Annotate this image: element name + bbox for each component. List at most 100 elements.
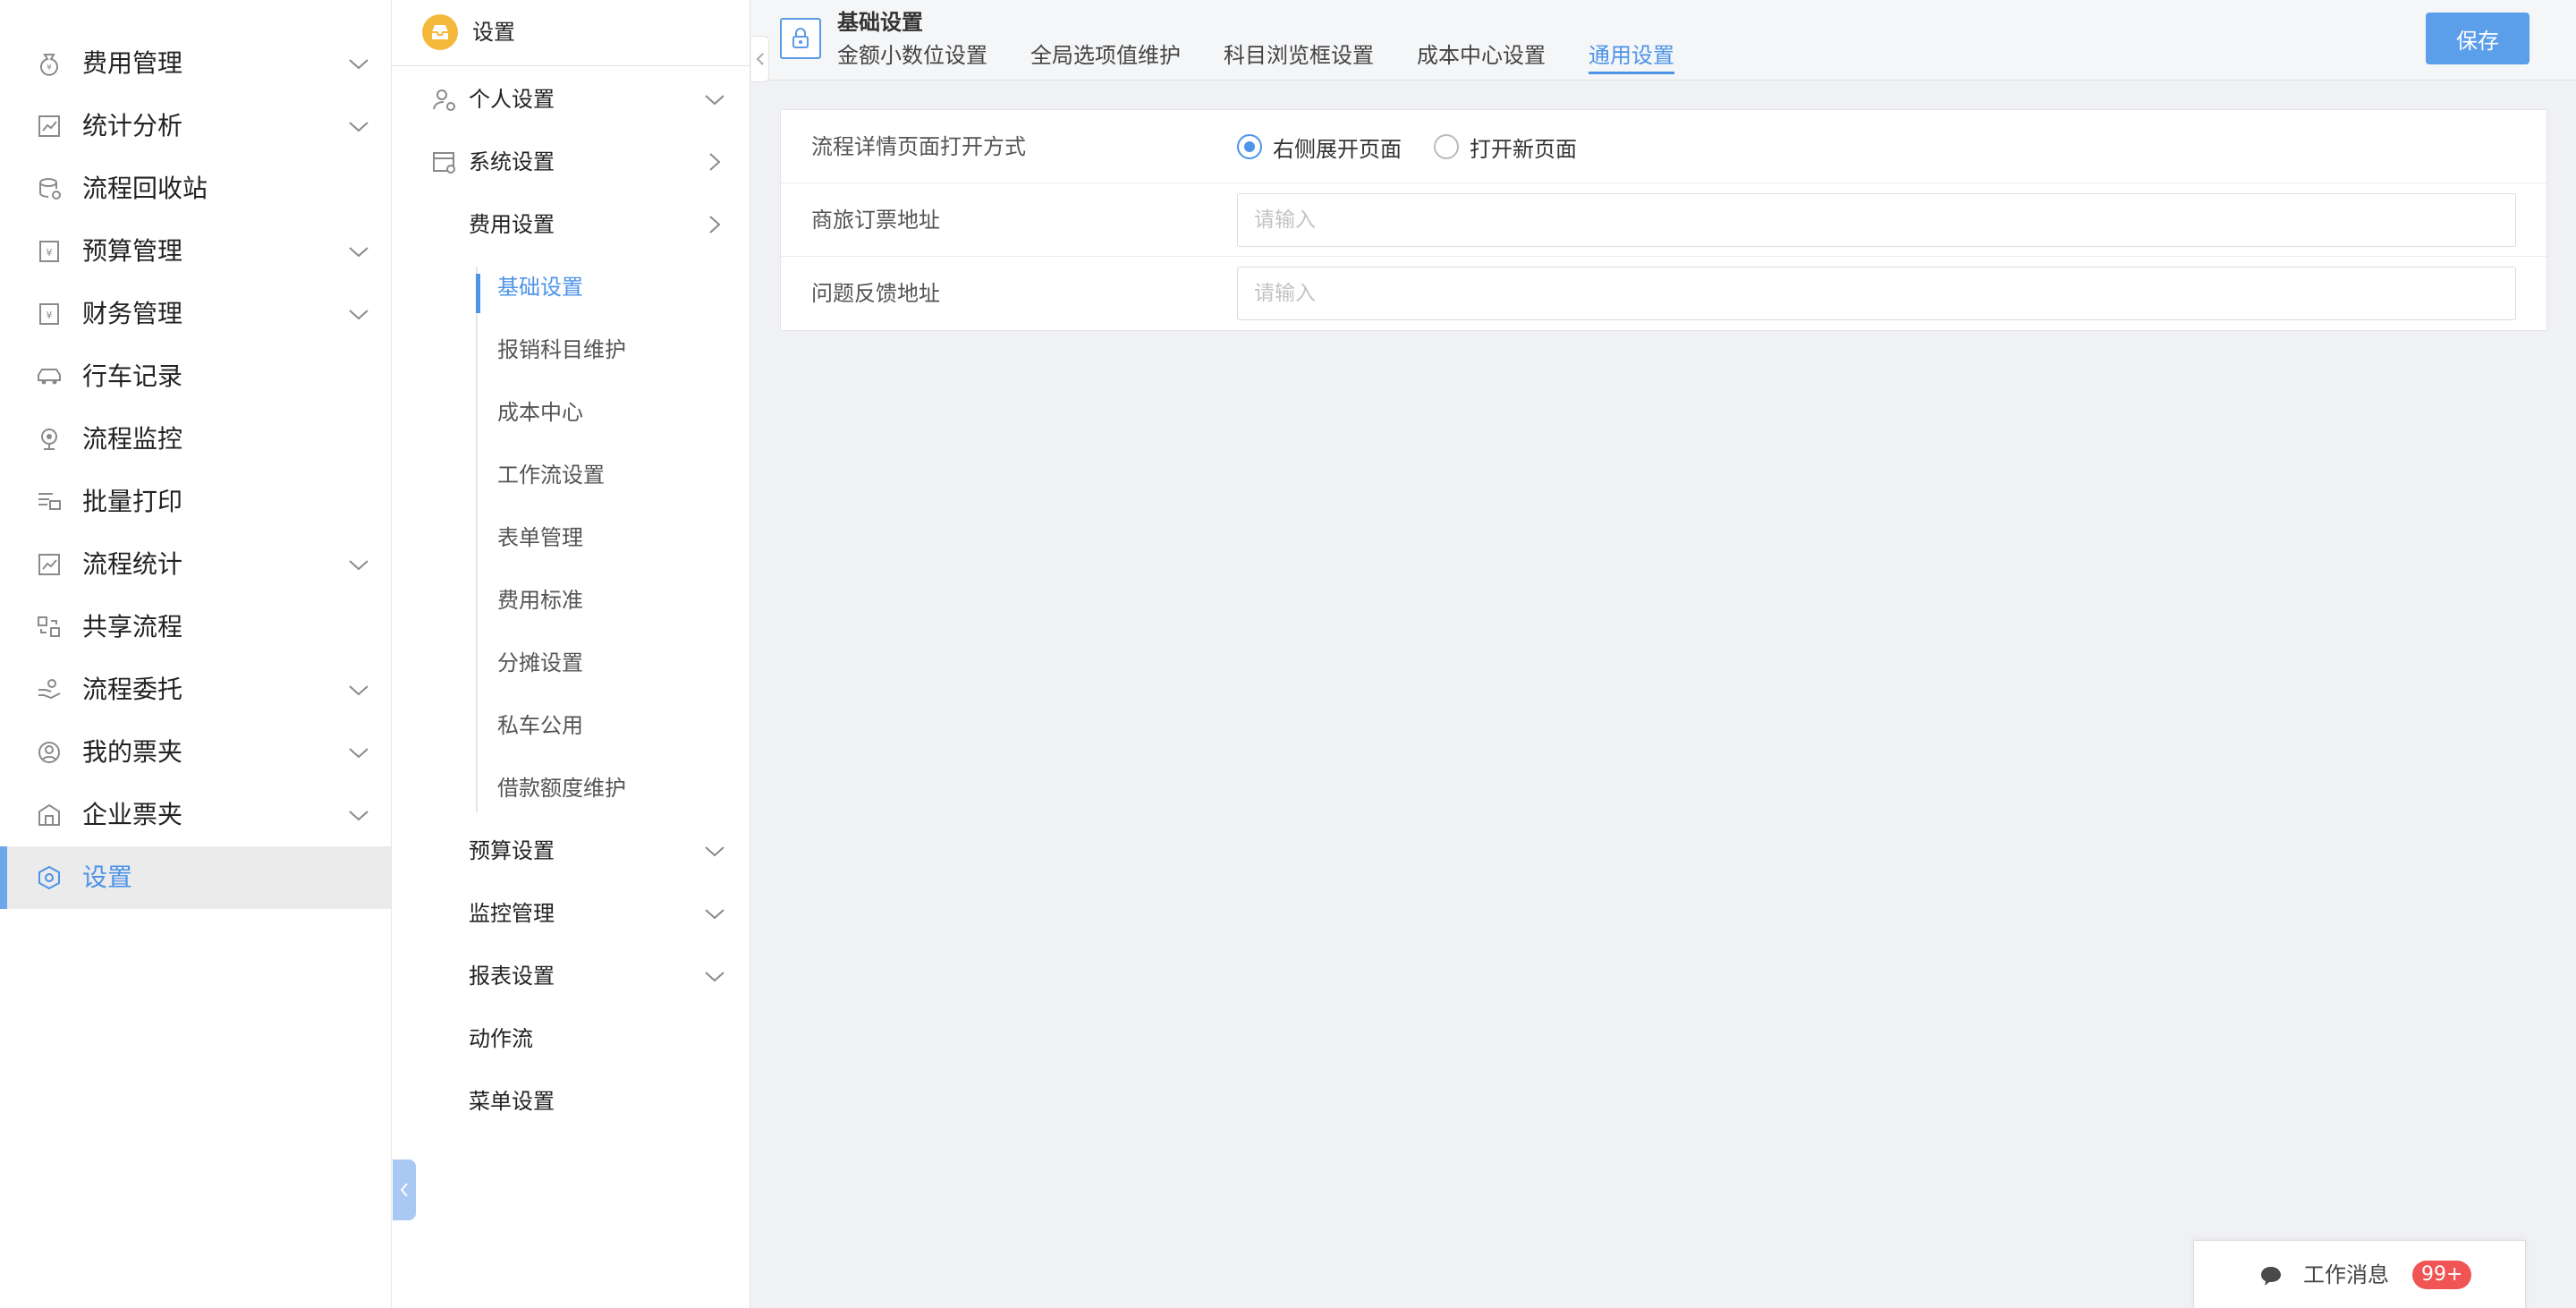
- chevron-left-icon: [400, 1183, 408, 1197]
- form-row-feedback-url: 问题反馈地址: [781, 257, 2546, 330]
- nav-label: 统计分析: [82, 111, 183, 140]
- chevron-down-icon: [349, 122, 369, 132]
- settings-hex-icon: [38, 865, 60, 890]
- share-flow-icon: [38, 616, 60, 637]
- radio-new-page[interactable]: 打开新页面: [1434, 133, 1577, 162]
- nav-item-budget[interactable]: ¥ 预算管理: [0, 220, 391, 283]
- nav-item-flow-delegate[interactable]: 流程委托: [0, 658, 391, 721]
- nav-label: 流程回收站: [82, 174, 208, 203]
- nav-item-statistics[interactable]: 统计分析: [0, 95, 391, 157]
- system-window-icon: [433, 152, 455, 174]
- nav-item-my-tickets[interactable]: 我的票夹: [0, 721, 391, 784]
- inbox-icon: [432, 25, 448, 39]
- sub-item-label: 预算设置: [469, 838, 555, 863]
- svg-text:¥: ¥: [47, 64, 52, 72]
- leaf-label: 借款额度维护: [497, 776, 626, 801]
- nav-item-expense[interactable]: ¥ 费用管理: [0, 32, 391, 95]
- chevron-down-icon: [349, 310, 369, 320]
- leaf-private-car[interactable]: 私车公用: [478, 694, 746, 757]
- sub-item-label: 费用设置: [469, 212, 555, 237]
- sub-item-menu-settings[interactable]: 菜单设置: [392, 1070, 750, 1133]
- leaf-form-management[interactable]: 表单管理: [478, 506, 746, 569]
- tab-amount-decimal[interactable]: 金额小数位设置: [837, 39, 987, 72]
- save-button[interactable]: 保存: [2426, 13, 2529, 64]
- messages-label: 工作消息: [2303, 1262, 2389, 1287]
- nav-label: 企业票夹: [82, 800, 183, 829]
- chevron-down-icon: [349, 247, 369, 258]
- chevron-down-icon: [705, 972, 724, 982]
- nav-item-batch-print[interactable]: 批量打印: [0, 471, 391, 533]
- leaf-basic-settings[interactable]: 基础设置: [476, 256, 746, 319]
- chevron-down-icon: [705, 846, 724, 857]
- sub-item-expense-settings[interactable]: 费用设置: [392, 193, 750, 256]
- nav-label: 财务管理: [82, 299, 183, 328]
- leaf-label: 分摊设置: [497, 650, 583, 675]
- radio-unchecked-icon[interactable]: [1434, 134, 1459, 159]
- leaf-loan-quota[interactable]: 借款额度维护: [478, 757, 746, 820]
- form-label: 问题反馈地址: [811, 281, 940, 306]
- radio-right-expand[interactable]: 右侧展开页面: [1237, 133, 1402, 162]
- nav-item-settings[interactable]: 设置: [0, 846, 391, 909]
- app-root: ¥ 费用管理 统计分析 流程回收站 ¥ 预算管理 ¥ 财务管理 行车记录 流程监…: [0, 0, 2576, 1308]
- leaf-label: 报销科目维护: [497, 337, 626, 362]
- settings-badge: [422, 14, 458, 50]
- leaf-cost-center[interactable]: 成本中心: [478, 381, 746, 444]
- sub-item-action-flow[interactable]: 动作流: [392, 1007, 750, 1070]
- nav-item-flow-monitor[interactable]: 流程监控: [0, 408, 391, 471]
- leaf-label: 私车公用: [497, 713, 583, 738]
- nav-item-flow-stats[interactable]: 流程统计: [0, 533, 391, 596]
- feedback-url-input[interactable]: [1237, 267, 2516, 320]
- sub-item-label: 个人设置: [469, 87, 555, 112]
- nav-label: 行车记录: [82, 361, 183, 391]
- form-label: 流程详情页面打开方式: [811, 134, 1026, 159]
- radio-label: 打开新页面: [1470, 136, 1577, 162]
- leaf-label: 基础设置: [497, 275, 583, 300]
- radio-label: 右侧展开页面: [1273, 136, 1402, 162]
- nav-label: 流程监控: [82, 424, 183, 454]
- chevron-down-icon: [349, 59, 369, 70]
- tab-subject-browser[interactable]: 科目浏览框设置: [1224, 39, 1374, 72]
- leaf-expense-subjects[interactable]: 报销科目维护: [478, 319, 746, 381]
- sub-item-report-settings[interactable]: 报表设置: [392, 945, 750, 1007]
- nav-item-recycle-bin[interactable]: 流程回收站: [0, 157, 391, 220]
- work-messages-widget[interactable]: 工作消息 99+: [2193, 1240, 2526, 1308]
- camera-monitor-icon: [41, 429, 57, 450]
- leaf-expense-standard[interactable]: 费用标准: [478, 569, 746, 632]
- sub-item-system[interactable]: 系统设置: [392, 131, 750, 193]
- chevron-down-icon: [349, 811, 369, 821]
- sub-nav-title: 设置: [472, 20, 515, 45]
- main-nav: ¥ 费用管理 统计分析 流程回收站 ¥ 预算管理 ¥ 财务管理 行车记录 流程监…: [0, 0, 392, 1308]
- tab-global-options[interactable]: 全局选项值维护: [1030, 39, 1181, 72]
- chevron-down-icon: [705, 909, 724, 920]
- chevron-down-icon: [349, 748, 369, 759]
- sub-item-budget-settings[interactable]: 预算设置: [392, 820, 750, 882]
- chevron-right-icon: [709, 216, 721, 234]
- nav-collapse-handle[interactable]: [393, 1159, 416, 1220]
- tab-cost-center[interactable]: 成本中心设置: [1417, 39, 1546, 72]
- sub-item-personal[interactable]: 个人设置: [392, 68, 750, 131]
- panel-toggle[interactable]: [751, 36, 769, 82]
- radio-checked-icon[interactable]: [1237, 134, 1262, 159]
- leaf-workflow-settings[interactable]: 工作流设置: [478, 444, 746, 506]
- budget-yen-icon: ¥: [39, 241, 59, 262]
- nav-item-finance[interactable]: ¥ 财务管理: [0, 283, 391, 345]
- nav-item-driving-record[interactable]: 行车记录: [0, 345, 391, 408]
- chevron-down-icon: [349, 685, 369, 696]
- stats-chart-icon: [38, 115, 60, 137]
- sub-item-label: 动作流: [469, 1026, 533, 1051]
- sub-item-label: 监控管理: [469, 901, 555, 926]
- leaf-allocation-settings[interactable]: 分摊设置: [478, 632, 746, 694]
- delegate-hand-icon: [38, 679, 61, 700]
- nav-item-company-tickets[interactable]: 企业票夹: [0, 784, 391, 846]
- flow-stats-icon: [38, 554, 60, 575]
- nav-item-shared-flow[interactable]: 共享流程: [0, 596, 391, 658]
- sub-item-monitor-management[interactable]: 监控管理: [392, 882, 750, 945]
- chevron-down-icon: [349, 560, 369, 571]
- svg-text:¥: ¥: [47, 247, 53, 259]
- user-settings-icon: [433, 89, 455, 111]
- finance-yen-icon: ¥: [39, 303, 59, 325]
- travel-url-input[interactable]: [1237, 193, 2516, 247]
- tab-general-settings[interactable]: 通用设置: [1589, 39, 1674, 74]
- chevron-left-icon: [756, 53, 764, 65]
- form-label: 商旅订票地址: [811, 208, 940, 233]
